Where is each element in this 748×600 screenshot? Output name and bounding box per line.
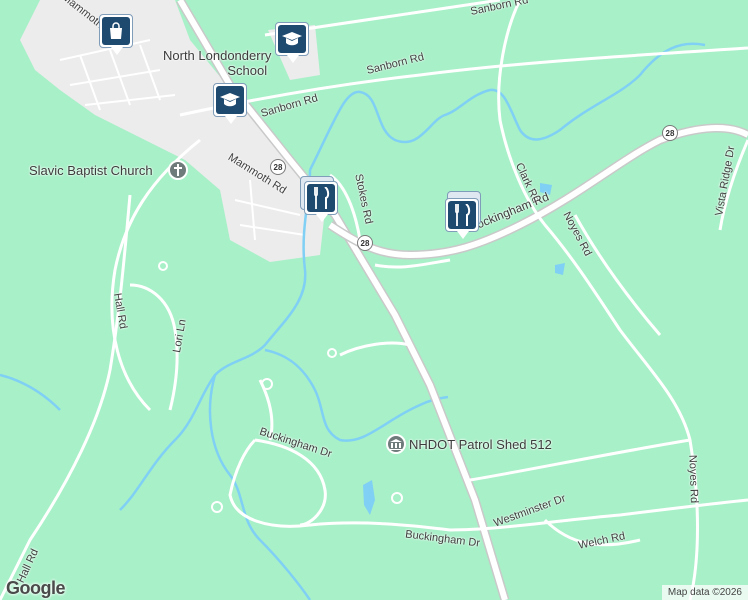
cross-icon xyxy=(174,164,182,176)
restaurant-marker[interactable] xyxy=(304,181,338,222)
restaurant-marker[interactable] xyxy=(445,198,479,239)
place-label-patrol-shed[interactable]: NHDOT Patrol Shed 512 xyxy=(409,437,552,452)
route-28-shield: 28 xyxy=(270,159,286,175)
map-canvas[interactable]: Sanborn Rd Sanborn Rd Sanborn Rd Mammoth… xyxy=(0,0,748,600)
shopping-bag-icon xyxy=(110,22,122,39)
google-logo: Google xyxy=(6,578,66,599)
road-label-noyes-rd: Noyes Rd xyxy=(686,454,700,504)
school-marker[interactable] xyxy=(275,22,309,63)
route-28-shield: 28 xyxy=(357,235,373,251)
building-columns-icon xyxy=(390,438,402,450)
place-label-school-line2: School xyxy=(227,63,268,78)
place-label-school-line1: North Londonderry xyxy=(163,48,272,63)
pond xyxy=(363,480,375,515)
cul-de-sacs xyxy=(158,261,403,513)
place-label-school[interactable]: North Londonderry School xyxy=(163,48,271,78)
google-logo-text: Google xyxy=(6,578,66,598)
shopping-marker[interactable] xyxy=(99,14,133,55)
graduation-cap-icon xyxy=(282,32,302,46)
church-icon[interactable] xyxy=(168,160,188,180)
map-attribution[interactable]: Map data ©2026 xyxy=(661,585,748,600)
pond xyxy=(555,263,565,275)
school-marker[interactable] xyxy=(213,83,247,124)
graduation-cap-icon xyxy=(220,93,240,107)
route-28-shield: 28 xyxy=(662,125,678,141)
government-building-icon[interactable] xyxy=(386,434,406,454)
fork-knife-icon xyxy=(314,187,330,209)
place-label-church[interactable]: Slavic Baptist Church xyxy=(29,163,153,178)
fork-knife-icon xyxy=(455,204,471,226)
